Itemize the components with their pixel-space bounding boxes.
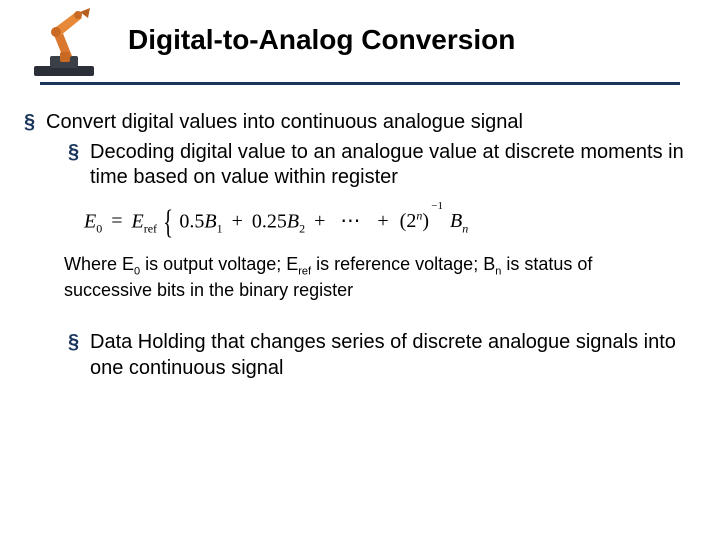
bullet-marker-icon: § (68, 140, 90, 191)
sym-subn: n (462, 221, 468, 235)
sym-sub1: 1 (217, 221, 223, 235)
bullet-marker-icon: § (24, 110, 46, 136)
sym-neg1: −1 (431, 199, 443, 213)
sym-paren: ) (422, 210, 429, 232)
sym-subref: ref (144, 221, 157, 235)
sym-sub0: 0 (96, 221, 102, 235)
content: § Convert digital values into continuous… (24, 110, 696, 381)
sym-plus: + (377, 210, 388, 232)
formula: E0 = Eref { 0.5B1 + 0.25B2 + ⋯ + (2n) −1… (84, 209, 696, 237)
title-underline (40, 82, 680, 85)
where-text: Where E (64, 254, 134, 274)
sym-equals: = (111, 210, 122, 232)
sym-B: B (287, 210, 299, 232)
sym-coef: 0.25 (252, 210, 287, 232)
where-text: is reference voltage; B (311, 254, 495, 274)
bullet-level2: § Decoding digital value to an analogue … (68, 140, 696, 191)
sym-Eref: E (132, 210, 144, 232)
sym-B: B (204, 210, 216, 232)
bullet-text: Convert digital values into continuous a… (46, 110, 523, 136)
sym-plus: + (232, 210, 243, 232)
bullet-text: Data Holding that changes series of disc… (90, 330, 696, 381)
sym-B: B (450, 210, 462, 232)
slide: Digital-to-Analog Conversion § Convert d… (0, 0, 720, 540)
sym-inverse-power: (2n) −1 (400, 209, 429, 235)
sym-subref: ref (298, 265, 311, 277)
bullet-text: Decoding digital value to an analogue va… (90, 140, 696, 191)
where-text: is output voltage; E (140, 254, 298, 274)
where-clause: Where E0 is output voltage; Eref is refe… (64, 253, 666, 302)
sym-E: E (84, 210, 96, 232)
sym-sub2: 2 (299, 221, 305, 235)
bullet-marker-icon: § (68, 330, 90, 381)
sym-two: 2 (406, 210, 416, 232)
page-title: Digital-to-Analog Conversion (128, 24, 515, 56)
bullet-level1: § Convert digital values into continuous… (24, 110, 696, 136)
bullet-level2: § Data Holding that changes series of di… (68, 330, 696, 381)
sym-dots: ⋯ (340, 210, 362, 232)
robot-arm-icon (30, 6, 108, 80)
header: Digital-to-Analog Conversion (0, 0, 720, 92)
sym-coef: 0.5 (179, 210, 204, 232)
sym-plus: + (314, 210, 325, 232)
